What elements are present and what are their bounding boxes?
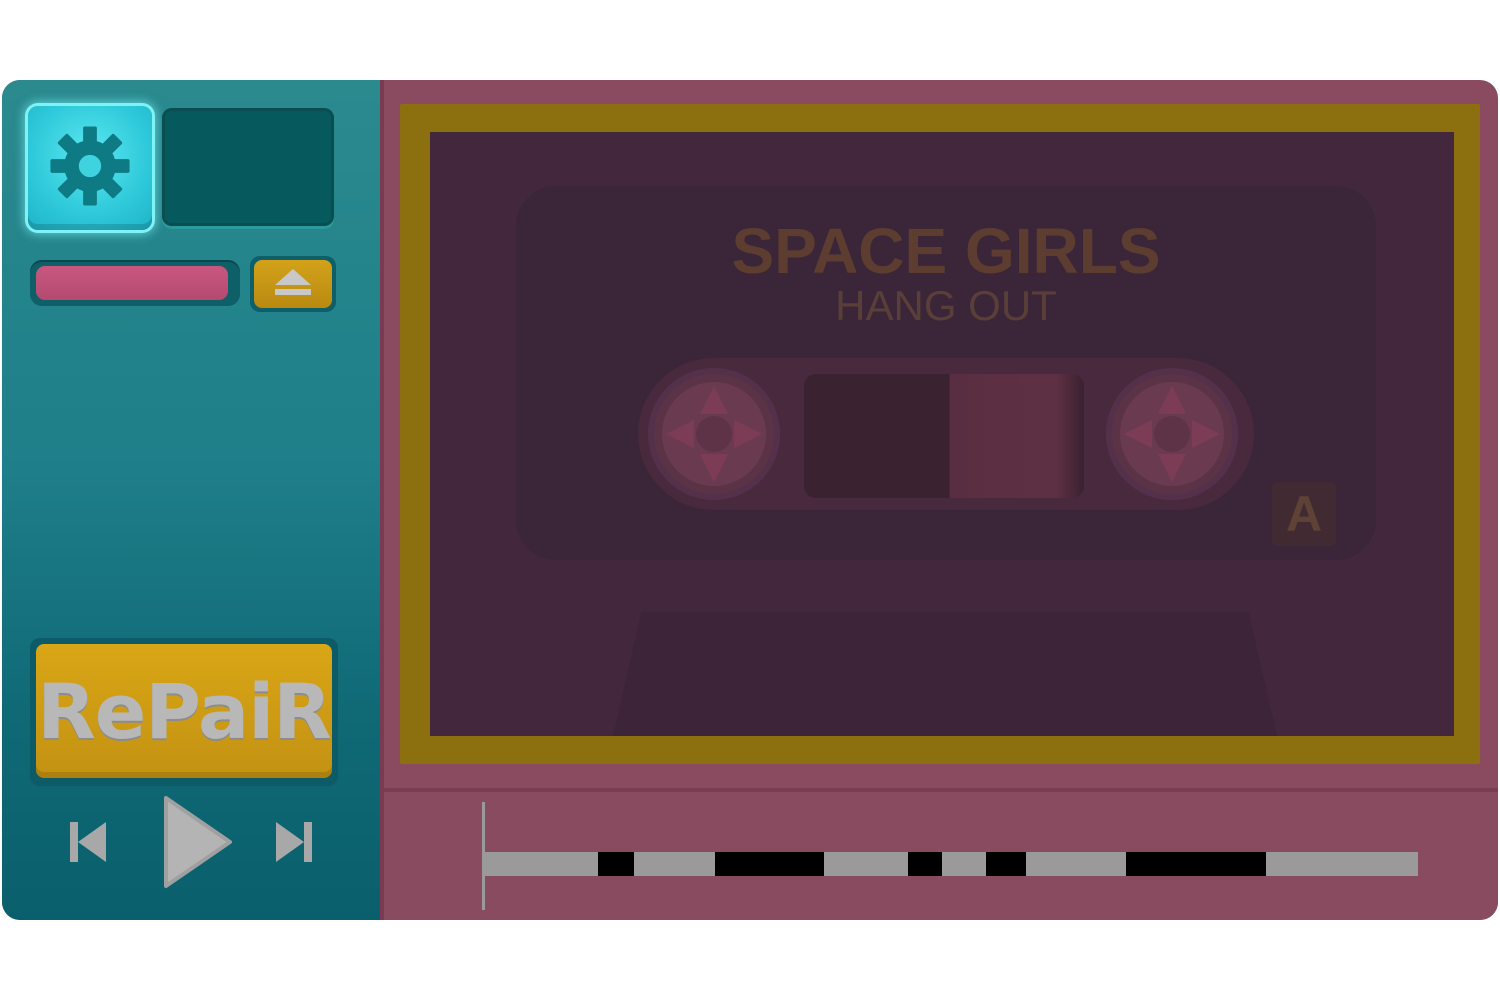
glitch-segment <box>715 852 824 876</box>
gear-icon <box>47 123 133 213</box>
glitch-segment <box>986 852 1026 876</box>
timeline-panel <box>384 788 1498 920</box>
tape-title: SPACE GIRLS <box>731 215 1161 287</box>
volume-slider[interactable] <box>30 260 240 306</box>
next-button[interactable] <box>266 804 322 884</box>
repair-label: RePaiR <box>37 666 332 756</box>
reel-window <box>638 358 1254 510</box>
skip-next-icon <box>270 818 318 870</box>
control-panel: RePaiR <box>2 80 384 920</box>
glitch-segment <box>1126 852 1266 876</box>
repair-button-face: RePaiR <box>36 644 332 778</box>
side-badge: A <box>1272 482 1336 546</box>
right-reel <box>1106 368 1238 500</box>
timeline-track[interactable] <box>484 852 1418 876</box>
skip-previous-icon <box>64 818 112 870</box>
settings-button[interactable] <box>28 106 152 230</box>
left-reel <box>648 368 780 500</box>
previous-button[interactable] <box>60 804 116 884</box>
cassette-bottom <box>600 612 1290 736</box>
play-button[interactable] <box>154 794 240 894</box>
glitch-segment <box>908 852 942 876</box>
eject-button-face <box>254 260 332 308</box>
cassette-player: RePaiR SPACE GIRLS HANG OUT A <box>2 80 1498 920</box>
cassette-label: SPACE GIRLS HANG OUT A <box>516 186 1376 560</box>
display-screen <box>162 108 334 226</box>
repair-button[interactable]: RePaiR <box>30 638 338 786</box>
tape-window: SPACE GIRLS HANG OUT A <box>430 132 1454 736</box>
tape-strip <box>804 374 1084 498</box>
tape-subtitle: HANG OUT <box>835 282 1057 329</box>
eject-icon <box>272 267 314 301</box>
volume-fill <box>36 266 228 300</box>
play-icon <box>160 794 234 894</box>
eject-button[interactable] <box>250 256 336 312</box>
glitch-segment <box>598 852 634 876</box>
